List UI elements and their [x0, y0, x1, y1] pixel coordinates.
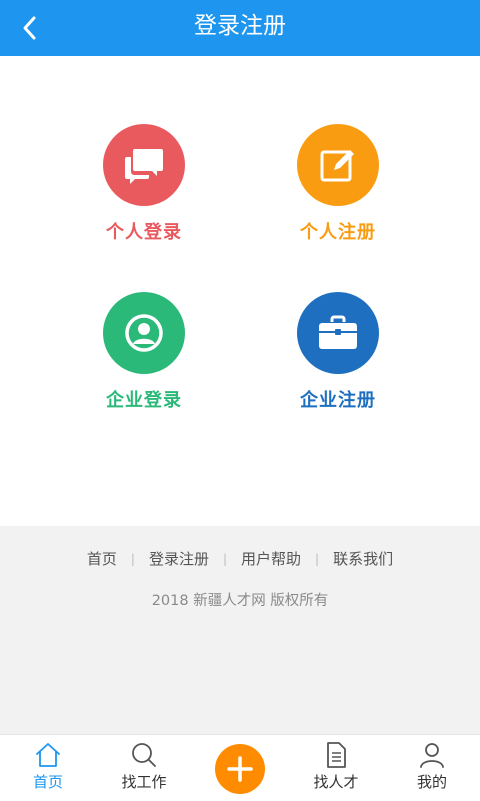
tab-find-job[interactable]: 找工作 — [96, 735, 192, 801]
briefcase-icon — [319, 315, 357, 349]
copyright-text: 2018 新疆人才网 版权所有 — [151, 593, 329, 609]
footer-separator: | — [315, 551, 320, 566]
tab-home-label: 首页 — [32, 773, 63, 791]
footer-separator: | — [130, 551, 135, 566]
footer-link-login-register[interactable]: 登录注册 — [149, 548, 209, 569]
user-icon — [420, 743, 444, 768]
tab-find-job-label: 找工作 — [121, 773, 167, 791]
page-title: 登录注册 — [194, 13, 286, 39]
footer-link-contact[interactable]: 联系我们 — [333, 548, 393, 569]
footer: 首页 | 登录注册 | 用户帮助 | 联系我们 2018 新疆人才网 版权所有 — [0, 526, 480, 734]
personal-login-circle — [103, 124, 185, 206]
document-icon — [327, 742, 346, 768]
enterprise-register-entry[interactable]: 企业注册 — [258, 292, 418, 412]
chat-bubbles-icon — [125, 149, 163, 184]
tab-find-talent[interactable]: 找人才 — [288, 735, 384, 801]
tab-find-talent-label: 找人才 — [313, 773, 359, 791]
user-circle-icon — [125, 314, 163, 352]
enterprise-login-circle — [103, 292, 185, 374]
bottom-tab-bar: 首页 找工作 找人才 我的 — [0, 734, 480, 800]
enterprise-login-label: 企业登录 — [106, 390, 182, 411]
personal-register-label: 个人注册 — [300, 222, 376, 243]
app-header: 登录注册 — [0, 0, 480, 56]
edit-icon — [320, 150, 354, 182]
enterprise-register-label: 企业注册 — [300, 390, 376, 411]
login-register-grid: 个人登录 个人注册 企业登录 企业注册 — [0, 56, 480, 526]
footer-link-home[interactable]: 首页 — [87, 548, 117, 569]
personal-register-circle — [297, 124, 379, 206]
enterprise-register-circle — [297, 292, 379, 374]
personal-register-entry[interactable]: 个人注册 — [258, 124, 418, 244]
enterprise-login-entry[interactable]: 企业登录 — [64, 292, 224, 412]
footer-separator: | — [222, 551, 228, 566]
tab-mine[interactable]: 我的 — [384, 735, 480, 801]
tab-home[interactable]: 首页 — [0, 735, 96, 801]
personal-login-entry[interactable]: 个人登录 — [64, 124, 224, 244]
tab-mine-label: 我的 — [416, 773, 447, 791]
footer-link-help[interactable]: 用户帮助 — [241, 548, 301, 569]
footer-links: 首页 | 登录注册 | 用户帮助 | 联系我们 — [0, 548, 480, 569]
add-button[interactable] — [215, 744, 265, 794]
personal-login-label: 个人登录 — [106, 222, 182, 243]
plus-icon — [227, 756, 253, 782]
home-icon — [36, 743, 60, 767]
search-icon — [132, 743, 156, 767]
